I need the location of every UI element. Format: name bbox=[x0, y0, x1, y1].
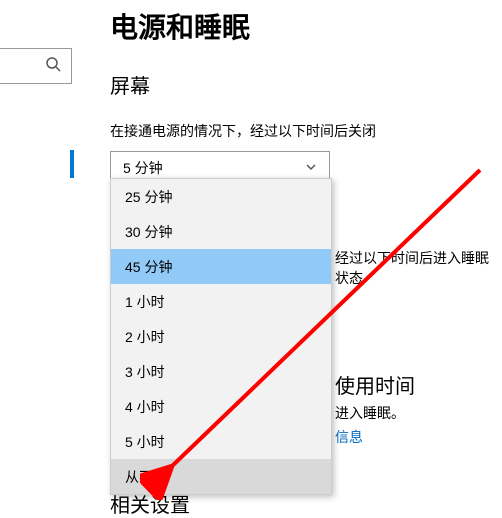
select-value: 5 分钟 bbox=[123, 158, 163, 178]
dropdown-option[interactable]: 25 分钟 bbox=[111, 179, 331, 214]
page-title: 电源和睡眠 bbox=[110, 6, 502, 46]
search-icon bbox=[45, 56, 61, 77]
dropdown-option[interactable]: 5 小时 bbox=[111, 424, 331, 459]
dropdown-option[interactable]: 45 分钟 bbox=[111, 249, 331, 284]
dropdown-option[interactable]: 1 小时 bbox=[111, 284, 331, 319]
usage-heading: 使用时间 bbox=[335, 370, 415, 399]
dropdown-option[interactable]: 从不 bbox=[111, 459, 331, 494]
dropdown-option[interactable]: 30 分钟 bbox=[111, 214, 331, 249]
dropdown-option[interactable]: 3 小时 bbox=[111, 354, 331, 389]
dropdown-option[interactable]: 2 小时 bbox=[111, 319, 331, 354]
nav-active-indicator bbox=[70, 150, 74, 178]
timeout-dropdown[interactable]: 25 分钟30 分钟45 分钟1 小时2 小时3 小时4 小时5 小时从不 bbox=[110, 178, 332, 495]
screen-heading: 屏幕 bbox=[110, 70, 502, 99]
chevron-down-icon bbox=[305, 160, 317, 176]
sleep-plugged-label: 经过以下时间后进入睡眠状态 bbox=[335, 248, 502, 288]
search-input[interactable] bbox=[0, 48, 72, 84]
usage-desc: 进入睡眠。 bbox=[335, 403, 405, 423]
dropdown-option[interactable]: 4 小时 bbox=[111, 389, 331, 424]
usage-link[interactable]: 信息 bbox=[335, 427, 363, 447]
screen-plugged-label: 在接通电源的情况下，经过以下时间后关闭 bbox=[110, 121, 502, 141]
